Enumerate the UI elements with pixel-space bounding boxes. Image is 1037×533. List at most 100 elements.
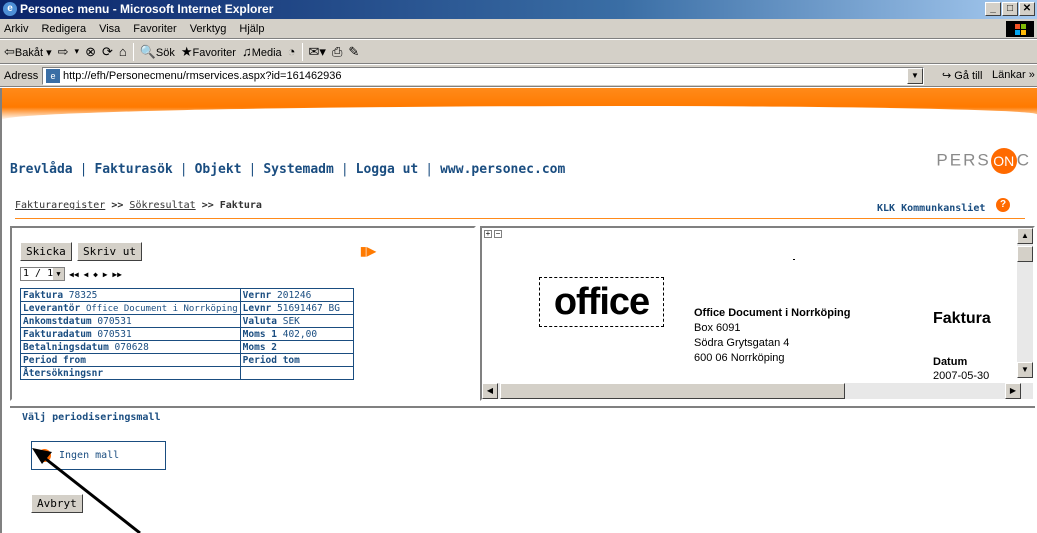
back-label: Bakåt [14,46,44,59]
breadcrumb-sep: >> [111,200,124,211]
breadcrumb-fakturaregister[interactable]: Fakturaregister [15,200,105,211]
info-cell: Ankomstdatum 070531 [20,314,241,328]
address-url: http://efh/Personecmenu/rmservices.aspx?… [63,70,342,82]
info-cell [239,366,354,380]
address-input[interactable]: e http://efh/Personecmenu/rmservices.asp… [42,67,924,85]
header-divider [15,218,1025,219]
menu-bar: Arkiv Redigera Visa Favoriter Verktyg Hj… [0,19,1037,39]
hscroll-thumb[interactable] [500,383,845,399]
scroll-down-icon[interactable]: ▼ [1017,362,1033,378]
no-template-label: Ingen mall [59,450,120,461]
info-value: 070531 [97,328,132,340]
collapse-icon[interactable]: − [494,230,502,238]
info-cell: Faktura 78325 [20,288,241,302]
menu-redigera[interactable]: Redigera [41,23,86,35]
address-dropdown-icon[interactable]: ▼ [907,68,923,84]
sender-box: Box 6091 [694,322,741,334]
invoice-info-table: Faktura 78325 Vernr 201246 Leverantör Of… [20,288,354,380]
search-icon: 🔍 [139,43,156,59]
links-button[interactable]: Länkar » [992,69,1035,81]
page-icon: e [46,69,60,83]
mail-icon[interactable]: ✉▾ [309,44,326,60]
send-button[interactable]: Skicka [20,242,72,261]
expand-icon[interactable]: + [484,230,492,238]
info-cell: Valuta SEK [239,314,354,328]
datum-label: Datum [933,356,968,368]
forward-dropdown-icon[interactable]: ▾ [75,46,80,57]
nav-fakturasok[interactable]: Fakturasök [94,162,172,177]
maximize-button[interactable]: □ [1002,2,1018,16]
menu-favoriter[interactable]: Favoriter [133,23,176,35]
minimize-button[interactable]: _ [985,2,1001,16]
refresh-icon[interactable]: ⟳ [102,44,113,60]
scroll-thumb[interactable] [1017,246,1033,262]
page-value: 1 / 1 [23,268,54,279]
info-value: SEK [282,315,300,327]
print-icon[interactable]: ⎙ [332,44,342,60]
nav-systemadm[interactable]: Systemadm [263,162,333,177]
pager-nav-icons[interactable]: ◀◀ ◀ ◆ ▶ ▶▶ [69,270,122,279]
nav-separator: | [179,162,188,177]
search-button[interactable]: 🔍Sök [140,44,175,60]
page-content: Brevlåda | Fakturasök | Objekt | Systemadm | Log… [0,88,1037,533]
history-icon[interactable]: ◔ [288,44,296,59]
main-nav: Brevlåda | Fakturasök | Objekt | Systemadm | Log… [10,162,565,177]
scroll-up-icon[interactable]: ▲ [1017,228,1033,244]
info-value: 78325 [68,289,98,301]
next-arrow-icon[interactable]: ▮▶ [360,244,376,258]
nav-personec-link[interactable]: www.personec.com [440,162,565,177]
info-label: Period from [23,354,86,366]
goto-label: Gå till [954,70,983,82]
sender-name: Office Document i Norrköping [694,307,851,319]
breadcrumb: Fakturaregister >> Sökresultat >> Faktur… [15,200,262,211]
goto-button[interactable]: ↪ Gå till [942,69,982,82]
print-button[interactable]: Skriv ut [77,242,142,261]
info-label: Fakturadatum [23,328,92,340]
scroll-left-icon[interactable]: ◀ [482,383,498,399]
chevron-down-icon: ▼ [53,268,64,280]
nav-separator: | [340,162,349,177]
media-label: Media [251,47,282,59]
table-row: Betalningsdatum 070628 Moms 2 [20,340,354,354]
table-row: Period from Period tom [20,353,354,367]
breadcrumb-sokresultat[interactable]: Sökresultat [129,200,195,211]
address-bar: Adress e http://efh/Personecmenu/rmservi… [0,65,1037,87]
menu-hjalp[interactable]: Hjälp [239,23,264,35]
logo-circle: ON [990,148,1017,174]
horizontal-scrollbar[interactable]: ◀ ▶ [482,383,1033,399]
forward-arrow-icon[interactable]: ⇨ [58,44,69,60]
invoice-title: Faktura [933,310,991,327]
close-button[interactable]: ✕ [1019,2,1035,16]
sender-street: Södra Grytsgatan 4 [694,337,790,349]
no-template-option[interactable]: ➜ Ingen mall [31,441,166,470]
page-select[interactable]: 1 / 1 ▼ [20,267,65,281]
nav-brevlada[interactable]: Brevlåda [10,162,73,177]
nav-logga-ut[interactable]: Logga ut [356,162,419,177]
stop-icon[interactable]: ⊗ [85,44,96,60]
header-band [2,88,1037,120]
org-name: KLK Kommunkansliet [877,203,986,214]
nav-objekt[interactable]: Objekt [195,162,242,177]
sender-city: 600 06 Norrköping [694,352,785,364]
invoice-info-frame: Skicka Skriv ut ▮▶ 1 / 1 ▼ ◀◀ ◀ ◆ ▶ ▶▶ Fa… [10,226,476,401]
info-cell: Levnr 51691467 BG [239,301,354,315]
breadcrumb-current: Faktura [219,200,262,211]
table-row: Leverantör Office Document i Norrköping … [20,301,354,315]
vertical-scrollbar[interactable]: ▲ ▼ [1017,228,1033,378]
menu-arkiv[interactable]: Arkiv [4,23,28,35]
personec-logo: PERS ON C [936,148,1031,174]
help-icon[interactable]: ? [996,198,1010,212]
media-button[interactable]: ♫Media [242,44,282,59]
edit-icon[interactable]: ✎ [348,44,359,60]
info-label: Vernr [242,289,272,301]
back-button[interactable]: ⇦Bakåt ▾ [4,44,52,60]
favorites-button[interactable]: ★Favoriter [181,44,236,60]
home-icon[interactable]: ⌂ [119,44,127,59]
cancel-button[interactable]: Avbryt [31,494,83,513]
info-cell: Betalningsdatum 070628 [20,340,241,354]
menu-visa[interactable]: Visa [99,23,120,35]
menu-verktyg[interactable]: Verktyg [190,23,227,35]
info-label: Moms 1 [242,328,277,340]
scroll-right-icon[interactable]: ▶ [1005,383,1021,399]
info-value: 51691467 BG [277,302,340,314]
